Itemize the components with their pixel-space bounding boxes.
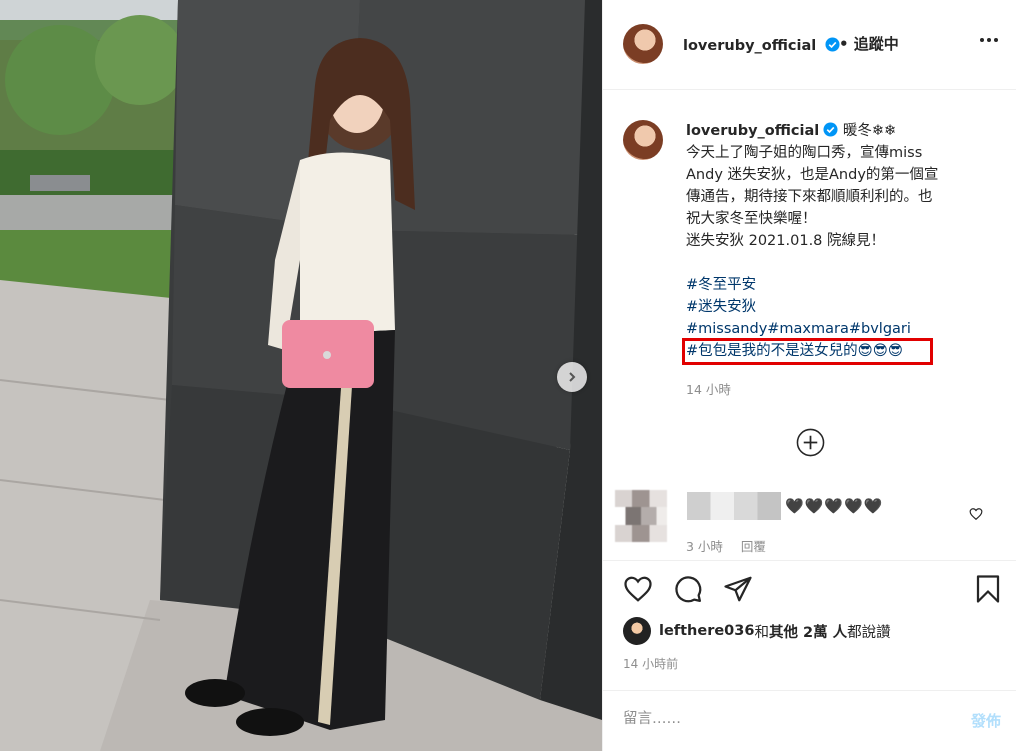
follow-status[interactable]: • 追蹤中 — [839, 33, 899, 54]
post-comment-button[interactable]: 發佈 — [971, 710, 1001, 731]
reply-button[interactable]: 回覆 — [741, 539, 766, 554]
caption-avatar[interactable] — [623, 120, 663, 160]
bookmark-icon[interactable] — [973, 574, 1003, 604]
liker-username[interactable]: lefthere036 — [659, 623, 754, 639]
comment-meta: 3 小時 回覆 — [686, 536, 780, 555]
likes-summary: lefthere036 和 其他 2萬 人 都說讚 — [623, 617, 891, 645]
caption-line: 今天上了陶子姐的陶口秀，宣傳miss — [686, 145, 923, 161]
comment-time: 3 小時 — [686, 539, 723, 554]
comment-text: 🖤🖤🖤🖤🖤 — [785, 497, 884, 515]
photo-illustration — [0, 0, 602, 751]
caption-timestamp: 14 小時 — [686, 382, 731, 397]
likes-others-link[interactable]: 其他 2萬 人 — [769, 621, 847, 642]
author-line: loveruby_official — [683, 35, 840, 54]
caption-title-line: loveruby_official 暖冬❄❄ — [686, 120, 996, 142]
more-options-icon[interactable] — [980, 38, 998, 42]
post-side-panel: loveruby_official • 追蹤中 loveruby_officia… — [602, 0, 1016, 751]
author-username[interactable]: loveruby_official — [683, 38, 816, 54]
caption-line: 祝大家冬至快樂喔！ — [686, 211, 817, 227]
comment-input[interactable] — [621, 710, 925, 728]
hashtag-link[interactable]: #冬至平安 — [686, 274, 996, 296]
caption-line: 傳通告，期待接下來都順順利利的。也 — [686, 189, 933, 205]
comment-composer: 發佈 — [603, 690, 1016, 752]
caption-username[interactable]: loveruby_official — [686, 123, 819, 139]
caption-line: 迷失安狄 2021.01.8 院線見！ — [686, 233, 886, 249]
next-photo-button[interactable] — [557, 362, 587, 392]
hashtag-link[interactable]: #迷失安狄 — [686, 296, 996, 318]
liker-avatar[interactable] — [623, 617, 651, 645]
post-header: loveruby_official • 追蹤中 — [603, 0, 1016, 90]
actions-divider — [603, 560, 1016, 561]
hashtag-link[interactable]: #missandy#maxmara#bvlgari — [686, 318, 996, 340]
commenter-avatar-blurred[interactable] — [615, 490, 667, 542]
commenter-name-blurred[interactable] — [687, 492, 781, 520]
heart-icon[interactable] — [969, 507, 983, 521]
likes-tail: 都說讚 — [847, 624, 891, 641]
comment-icon[interactable] — [673, 574, 703, 604]
hashtag-link[interactable]: #包包是我的不是送女兒的😎😎😎 — [686, 340, 996, 362]
heart-icon[interactable] — [623, 574, 653, 604]
post-photo[interactable] — [0, 0, 602, 751]
post-timestamp: 14 小時前 — [623, 657, 679, 671]
likes-and: 和 — [754, 624, 769, 641]
caption-line: Andy 迷失安狄，也是Andy的第一個宣 — [686, 167, 939, 183]
share-icon[interactable] — [723, 574, 753, 604]
caption-title: 暖冬❄❄ — [842, 123, 897, 139]
post-caption: loveruby_official 暖冬❄❄ 今天上了陶子姐的陶口秀，宣傳mis… — [686, 120, 996, 362]
verified-badge-icon — [823, 122, 838, 137]
chevron-right-icon — [569, 372, 576, 382]
plus-circle-icon[interactable] — [796, 428, 825, 457]
avatar[interactable] — [623, 24, 663, 64]
